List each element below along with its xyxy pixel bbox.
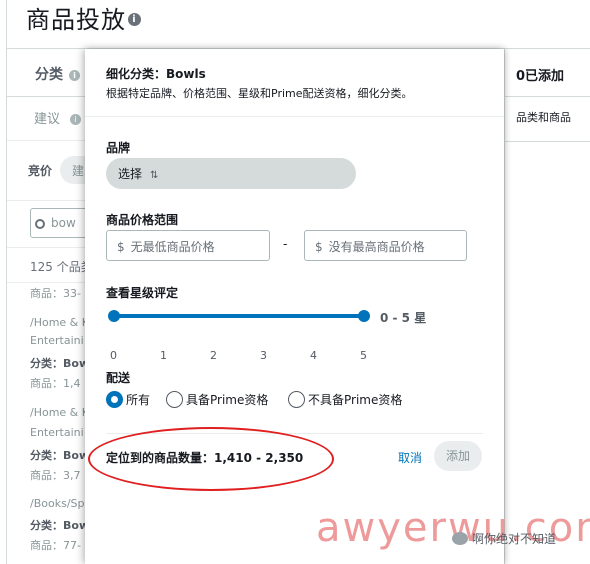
bg-divider — [7, 140, 85, 141]
bg-divider — [7, 247, 85, 248]
dialog-divider — [85, 116, 504, 117]
annotation-ellipse — [88, 427, 334, 491]
search-value: bow — [51, 216, 76, 230]
dialog-subtitle: 根据特定品牌、价格范围、星级和Prime配送资格，细化分类。 — [106, 87, 413, 100]
page-title: 商品投放 — [26, 6, 126, 34]
category-count: 125 个品类 — [30, 260, 93, 274]
brand-label: 品牌 — [106, 141, 131, 155]
radio-icon[interactable] — [288, 391, 305, 408]
bg-divider — [7, 200, 85, 201]
rating-tick-label: 5 — [360, 349, 367, 362]
added-panel-divider — [505, 141, 590, 142]
bg-category-line: Entertaini — [30, 334, 84, 347]
delivery-option-non-prime[interactable]: 不具备Prime资格 — [288, 391, 402, 408]
brand-select[interactable]: 选择 ⇅ — [106, 158, 356, 189]
info-icon[interactable]: i — [128, 12, 141, 26]
bg-category-line: /Books/Sp — [30, 497, 85, 510]
search-icon — [35, 218, 45, 229]
bg-category-line: Entertaini — [30, 426, 84, 439]
rating-tick-label: 0 — [110, 349, 117, 362]
price-separator: - — [283, 237, 288, 251]
delivery-option-prime[interactable]: 具备Prime资格 — [166, 391, 268, 408]
bg-category-line: 商品：1,4 — [30, 377, 81, 390]
bg-category-line: /Home & K — [30, 316, 89, 329]
dialog-title: 细化分类：Bowls — [106, 67, 206, 81]
currency-symbol: $ — [315, 240, 323, 254]
info-icon[interactable]: i — [70, 114, 82, 125]
rating-slider-min-handle[interactable] — [108, 310, 120, 322]
watermark-channel-name: 啊你绝对不知道 — [472, 532, 557, 546]
delivery-option-all[interactable]: 所有 — [106, 391, 150, 408]
bg-category-line: 分类：Bow — [30, 449, 90, 462]
delivery-option-label: 所有 — [126, 393, 151, 407]
info-icon[interactable]: i — [69, 69, 80, 81]
tab-suggest-label: 建议 — [34, 112, 61, 127]
rating-slider-track[interactable] — [113, 314, 363, 318]
bg-category-line: 商品：33- — [30, 287, 81, 300]
bid-label: 竞价 — [28, 164, 53, 178]
radio-icon[interactable] — [166, 391, 183, 408]
added-panel: 0已添加 品类和商品 — [504, 49, 590, 564]
bg-category-line: /Home & K — [30, 406, 89, 419]
added-count: 0已添加 — [516, 69, 565, 84]
brand-select-text: 选择 — [118, 167, 143, 181]
tab-category-label: 分类 — [35, 67, 63, 83]
tab-category[interactable]: 分类 i — [35, 64, 80, 84]
rating-tick-label: 1 — [160, 349, 167, 362]
watermark-channel: 啊你绝对不知道 — [452, 530, 556, 547]
delivery-option-label: 不具备Prime资格 — [308, 393, 403, 407]
price-range-label: 商品价格范围 — [106, 213, 179, 227]
bg-divider — [7, 282, 85, 283]
delivery-label: 配送 — [106, 371, 131, 385]
rating-tick-label: 4 — [310, 349, 317, 362]
tab-suggest[interactable]: 建议 i — [34, 108, 82, 127]
radio-selected-icon[interactable] — [106, 391, 123, 408]
min-price-input[interactable]: $ 无最低商品价格 — [106, 230, 270, 261]
sort-arrows-icon: ⇅ — [150, 170, 159, 181]
add-button[interactable]: 添加 — [434, 441, 482, 471]
page-title-wrap: 商品投放 i — [26, 0, 141, 35]
rating-tick-label: 2 — [210, 349, 217, 362]
max-price-input[interactable]: $ 没有最高商品价格 — [304, 230, 467, 261]
min-price-placeholder: 无最低商品价格 — [130, 240, 215, 254]
max-price-placeholder: 没有最高商品价格 — [328, 240, 425, 254]
currency-symbol: $ — [117, 240, 125, 254]
rating-tick-label: 3 — [260, 349, 267, 362]
cancel-link[interactable]: 取消 — [398, 449, 422, 466]
wechat-icon — [452, 532, 468, 545]
rating-range-value: 0 - 5 星 — [380, 311, 427, 325]
bg-category-line: 分类：Bow — [30, 357, 90, 370]
bg-category-line: 商品：77- — [30, 539, 81, 552]
bg-category-line: 分类：Bow — [30, 519, 90, 532]
added-panel-divider — [505, 96, 590, 97]
rating-slider-max-handle[interactable] — [358, 310, 370, 322]
bg-tab-bar: 分类 i — [7, 49, 85, 97]
bg-category-line: 商品：3,7 — [30, 469, 81, 482]
delivery-option-label: 具备Prime资格 — [186, 393, 269, 407]
rating-label: 查看星级评定 — [106, 286, 179, 300]
refine-dialog: 细化分类：Bowls 根据特定品牌、价格范围、星级和Prime配送资格，细化分类… — [85, 49, 504, 564]
column-category-products: 品类和商品 — [516, 111, 571, 124]
